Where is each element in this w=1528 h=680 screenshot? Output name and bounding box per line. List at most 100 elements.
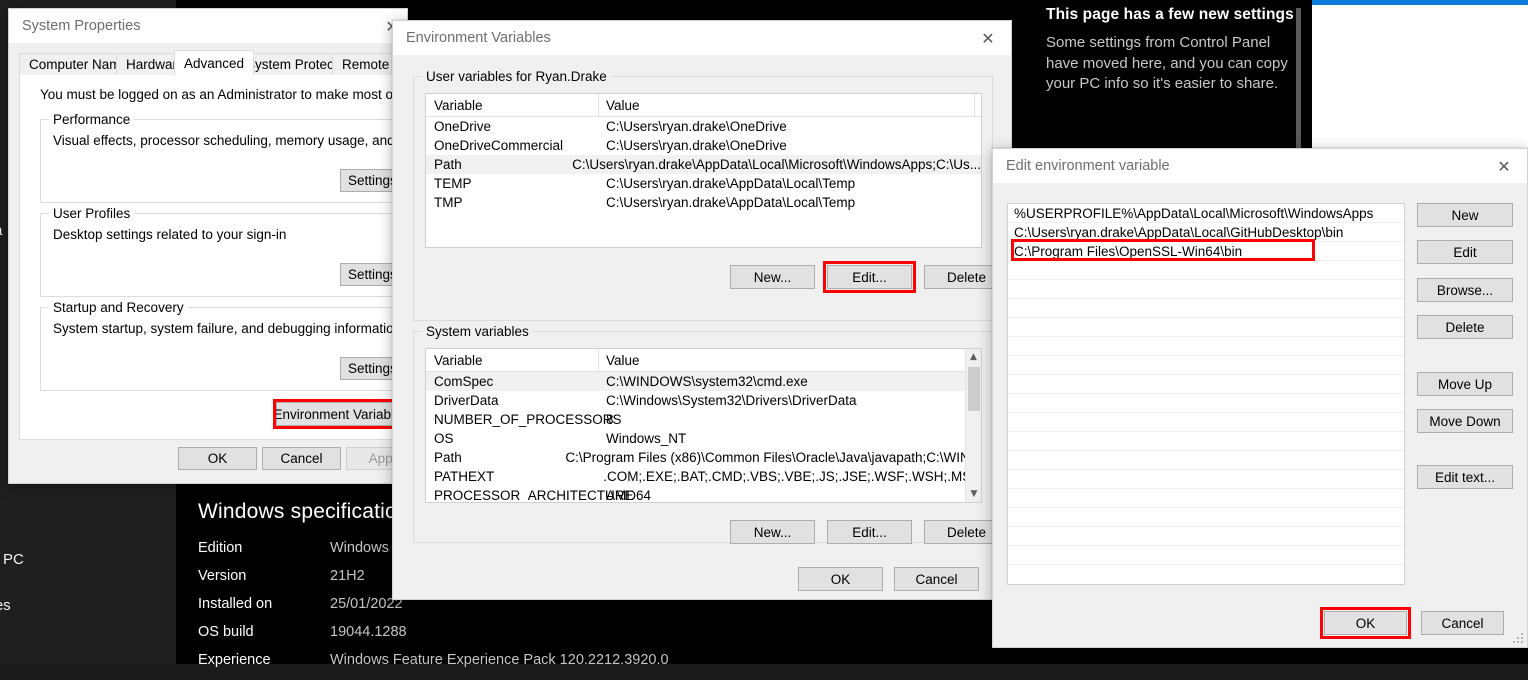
column-divider-end (974, 94, 975, 117)
table-row[interactable]: OS Windows_NT (426, 429, 981, 448)
sidebar-item-fragment-this-pc[interactable]: is PC (0, 551, 24, 568)
list-item-empty[interactable] (1008, 413, 1404, 432)
user-variables-list[interactable]: Variable Value OneDrive C:\Users\ryan.dr… (425, 93, 982, 248)
table-row[interactable]: OneDrive C:\Users\ryan.drake\OneDrive (426, 117, 981, 136)
settings-white-panel (1312, 0, 1528, 150)
system-properties-ok-button[interactable]: OK (178, 447, 257, 470)
spec-key: Version (198, 568, 247, 584)
resize-grip-icon[interactable] (1513, 633, 1524, 644)
system-properties-title: System Properties (22, 18, 141, 34)
system-variables-list[interactable]: Variable Value ComSpec C:\WINDOWS\system… (425, 348, 982, 503)
list-item-empty[interactable] (1008, 489, 1404, 508)
sidebar-item-fragment-1[interactable]: a (0, 222, 2, 239)
column-header-value[interactable]: Value (598, 353, 640, 368)
user-variables-group-label: User variables for Ryan.Drake (422, 69, 611, 84)
path-new-button[interactable]: New (1417, 203, 1513, 227)
row-value: AMD64 (606, 488, 652, 503)
row-value: C:\Users\ryan.drake\AppData\Local\Micros… (572, 157, 981, 172)
row-value: C:\Program Files (x86)\Common Files\Orac… (565, 450, 981, 465)
tab-advanced[interactable]: Advanced (174, 50, 255, 75)
column-header-variable[interactable]: Variable (426, 98, 598, 113)
path-browse-button[interactable]: Browse... (1417, 278, 1513, 302)
row-value: C:\Users\ryan.drake\AppData\Local\Temp (606, 195, 856, 210)
list-item-empty[interactable] (1008, 356, 1404, 375)
table-row-selected-path[interactable]: Path C:\Users\ryan.drake\AppData\Local\M… (426, 155, 981, 174)
row-value: C:\Users\ryan.drake\OneDrive (606, 138, 787, 153)
system-properties-titlebar: System Properties ✕ (9, 9, 407, 43)
system-properties-cancel-button[interactable]: Cancel (262, 447, 341, 470)
list-item-empty[interactable] (1008, 470, 1404, 489)
list-item[interactable]: %USERPROFILE%\AppData\Local\Microsoft\Wi… (1008, 204, 1404, 223)
table-row-selected-comspec[interactable]: ComSpec C:\WINDOWS\system32\cmd.exe (426, 372, 981, 391)
spec-key: Edition (198, 540, 243, 556)
table-row[interactable]: Path C:\Program Files (x86)\Common Files… (426, 448, 981, 467)
spec-row-os-build: OS build 19044.1288 (198, 624, 958, 640)
row-variable: DriverData (434, 393, 499, 408)
tab-remote[interactable]: Remote (332, 53, 400, 75)
environment-variables-ok-button[interactable]: OK (798, 567, 883, 591)
user-variables-new-button[interactable]: New... (730, 265, 815, 289)
row-variable: TEMP (434, 176, 472, 191)
user-profiles-description: Desktop settings related to your sign-in (53, 227, 287, 242)
list-item-empty[interactable] (1008, 280, 1404, 299)
table-row[interactable]: PROCESSOR_ARCHITECTURE AMD64 (426, 486, 981, 503)
performance-group-label: Performance (49, 112, 135, 127)
environment-variables-title: Environment Variables (406, 30, 551, 46)
column-header-value[interactable]: Value (598, 98, 640, 113)
path-delete-button[interactable]: Delete (1417, 315, 1513, 339)
edit-environment-variable-title: Edit environment variable (1006, 158, 1170, 174)
list-item-empty[interactable] (1008, 508, 1404, 527)
environment-variables-cancel-button[interactable]: Cancel (894, 567, 979, 591)
path-move-up-button[interactable]: Move Up (1417, 372, 1513, 396)
row-value: 8 (606, 412, 614, 427)
system-properties-tabstrip: Computer Name Hardware Advanced System P… (9, 50, 407, 75)
user-variables-header: Variable Value (426, 94, 981, 117)
table-row[interactable]: TMP C:\Users\ryan.drake\AppData\Local\Te… (426, 193, 981, 212)
table-row[interactable]: TEMP C:\Users\ryan.drake\AppData\Local\T… (426, 174, 981, 193)
list-item-empty[interactable] (1008, 375, 1404, 394)
system-variables-scrollbar[interactable]: ▲ ▼ (965, 349, 981, 502)
system-properties-dialog: System Properties ✕ Computer Name Hardwa… (8, 8, 492, 484)
table-row[interactable]: DriverData C:\Windows\System32\Drivers\D… (426, 391, 981, 410)
sidebar-item-fragment-services[interactable]: ices (0, 597, 11, 614)
scrollbar-thumb[interactable] (968, 367, 980, 411)
spec-key: Installed on (198, 596, 273, 612)
system-variables-new-button[interactable]: New... (730, 520, 815, 544)
edit-environment-variable-cancel-button[interactable]: Cancel (1421, 611, 1504, 635)
row-variable: PATHEXT (434, 469, 495, 484)
system-variables-edit-button[interactable]: Edit... (827, 520, 912, 544)
advanced-tab-page: You must be logged on as an Administrato… (19, 75, 492, 440)
spec-key: Experience (198, 652, 271, 668)
chevron-down-icon[interactable]: ▼ (966, 486, 981, 502)
list-item-empty[interactable] (1008, 527, 1404, 546)
list-item-empty[interactable] (1008, 394, 1404, 413)
edit-environment-variable-dialog: Edit environment variable ✕ %USERPROFILE… (992, 148, 1528, 648)
list-item-empty[interactable] (1008, 451, 1404, 470)
list-item-empty[interactable] (1008, 432, 1404, 451)
row-variable: Path (434, 157, 462, 172)
list-item-empty[interactable] (1008, 546, 1404, 565)
table-row[interactable]: PATHEXT .COM;.EXE;.BAT;.CMD;.VBS;.VBE;.J… (426, 467, 981, 486)
list-item-empty[interactable] (1008, 337, 1404, 356)
path-edit-button[interactable]: Edit (1417, 240, 1513, 264)
spec-key: OS build (198, 624, 254, 640)
table-row[interactable]: NUMBER_OF_PROCESSORS 8 (426, 410, 981, 429)
edit-environment-variable-titlebar: Edit environment variable ✕ (993, 149, 1527, 183)
path-edit-text-button[interactable]: Edit text... (1417, 465, 1513, 489)
row-variable: OS (434, 431, 454, 446)
column-divider (598, 349, 599, 372)
column-header-variable[interactable]: Variable (426, 353, 598, 368)
spec-value: 21H2 (330, 568, 365, 584)
table-row[interactable]: OneDriveCommercial C:\Users\ryan.drake\O… (426, 136, 981, 155)
user-variables-group: User variables for Ryan.Drake Variable V… (413, 69, 1009, 321)
path-move-down-button[interactable]: Move Down (1417, 409, 1513, 433)
close-icon[interactable]: ✕ (965, 21, 1011, 55)
list-item-empty[interactable] (1008, 318, 1404, 337)
close-icon[interactable]: ✕ (1481, 149, 1527, 183)
chevron-up-icon[interactable]: ▲ (966, 349, 981, 365)
list-item-empty[interactable] (1008, 261, 1404, 280)
row-variable: NUMBER_OF_PROCESSORS (434, 412, 622, 427)
list-item-empty[interactable] (1008, 299, 1404, 318)
performance-group: Performance Visual effects, processor sc… (40, 112, 487, 203)
settings-notice: This page has a few new settings Some se… (1046, 6, 1296, 95)
